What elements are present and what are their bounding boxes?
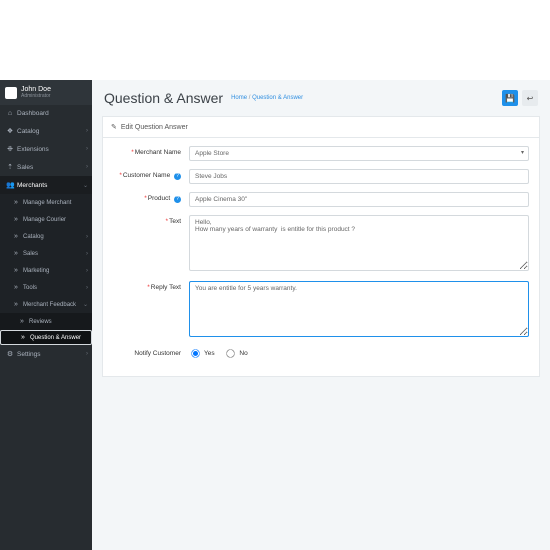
cart-icon: ⇡: [6, 163, 14, 171]
product-input[interactable]: [189, 192, 529, 207]
chevron-down-icon: ⌄: [83, 301, 88, 308]
avatar: [5, 87, 17, 99]
merchant-select[interactable]: Apple Store: [189, 146, 529, 161]
nav-manage-merchant[interactable]: »Manage Merchant: [0, 194, 92, 211]
breadcrumb: Home / Question & Answer: [231, 95, 303, 101]
nav-merchant-feedback[interactable]: »Merchant Feedback⌄: [0, 296, 92, 313]
puzzle-icon: ❉: [6, 145, 14, 153]
text-textarea[interactable]: Hello, How many years of warranty is ent…: [189, 215, 529, 271]
save-button[interactable]: 💾: [502, 90, 518, 106]
tag-icon: ❖: [6, 127, 14, 135]
main-content: Question & Answer Home / Question & Answ…: [92, 80, 550, 550]
bullet-icon: »: [12, 284, 20, 291]
gear-icon: ⚙: [6, 350, 14, 358]
nav-dashboard[interactable]: ⌂Dashboard: [0, 105, 92, 122]
text-label: *Text: [113, 215, 189, 225]
merchant-label: *Merchant Name: [113, 146, 189, 156]
user-block: John Doe Administrator: [0, 80, 92, 105]
notify-yes[interactable]: Yes: [189, 350, 215, 357]
chevron-right-icon: ›: [86, 128, 88, 134]
nav-question-answer[interactable]: »Question & Answer: [0, 330, 92, 345]
help-icon[interactable]: ?: [174, 196, 181, 203]
chevron-right-icon: ›: [86, 351, 88, 357]
bullet-icon: »: [12, 199, 20, 206]
nav-manage-courier[interactable]: »Manage Courier: [0, 211, 92, 228]
help-icon[interactable]: ?: [174, 173, 181, 180]
notify-no[interactable]: No: [224, 350, 247, 357]
form: *Merchant Name Apple Store *Customer Nam…: [103, 138, 539, 376]
breadcrumb-current[interactable]: Question & Answer: [252, 95, 303, 101]
reply-textarea[interactable]: You are entitle for 5 years warranty.: [189, 281, 529, 337]
chevron-right-icon: ›: [86, 251, 88, 257]
page-title: Question & Answer: [104, 90, 223, 106]
nav-catalog[interactable]: ❖Catalog›: [0, 122, 92, 140]
customer-label: *Customer Name ?: [113, 169, 189, 180]
product-label: *Product ?: [113, 192, 189, 203]
bullet-icon: »: [12, 233, 20, 240]
edit-panel: ✎ Edit Question Answer *Merchant Name Ap…: [102, 116, 540, 377]
nav-m-catalog[interactable]: »Catalog›: [0, 228, 92, 245]
dashboard-icon: ⌂: [6, 110, 14, 117]
nav-settings[interactable]: ⚙Settings›: [0, 345, 92, 363]
back-button[interactable]: ↩: [522, 90, 538, 106]
pencil-icon: ✎: [111, 123, 117, 131]
bullet-icon: »: [12, 267, 20, 274]
sidebar: John Doe Administrator ⌂Dashboard ❖Catal…: [0, 80, 92, 550]
nav-sales[interactable]: ⇡Sales›: [0, 158, 92, 176]
nav-tools[interactable]: »Tools›: [0, 279, 92, 296]
user-name: John Doe: [21, 86, 51, 93]
bullet-icon: »: [19, 334, 27, 341]
reply-label: *Reply Text: [113, 281, 189, 291]
page-header: Question & Answer Home / Question & Answ…: [92, 80, 550, 112]
save-icon: 💾: [505, 94, 515, 103]
chevron-right-icon: ›: [86, 285, 88, 291]
panel-title: Edit Question Answer: [121, 124, 188, 131]
nav-m-sales[interactable]: »Sales›: [0, 245, 92, 262]
breadcrumb-home[interactable]: Home: [231, 95, 247, 101]
chevron-down-icon: ⌄: [83, 182, 88, 189]
chevron-right-icon: ›: [86, 146, 88, 152]
nav-extensions[interactable]: ❉Extensions›: [0, 140, 92, 158]
bullet-icon: »: [12, 301, 20, 308]
users-icon: 👥: [6, 181, 14, 189]
notify-label: Notify Customer: [113, 347, 189, 357]
bullet-icon: »: [12, 250, 20, 257]
chevron-right-icon: ›: [86, 268, 88, 274]
nav-reviews[interactable]: »Reviews: [0, 313, 92, 330]
nav-marketing[interactable]: »Marketing›: [0, 262, 92, 279]
chevron-right-icon: ›: [86, 164, 88, 170]
chevron-right-icon: ›: [86, 234, 88, 240]
customer-input[interactable]: [189, 169, 529, 184]
reply-icon: ↩: [527, 94, 534, 103]
nav-merchants[interactable]: 👥Merchants⌄: [0, 176, 92, 194]
bullet-icon: »: [12, 216, 20, 223]
panel-header: ✎ Edit Question Answer: [103, 117, 539, 138]
bullet-icon: »: [18, 318, 26, 325]
user-role: Administrator: [21, 93, 51, 99]
